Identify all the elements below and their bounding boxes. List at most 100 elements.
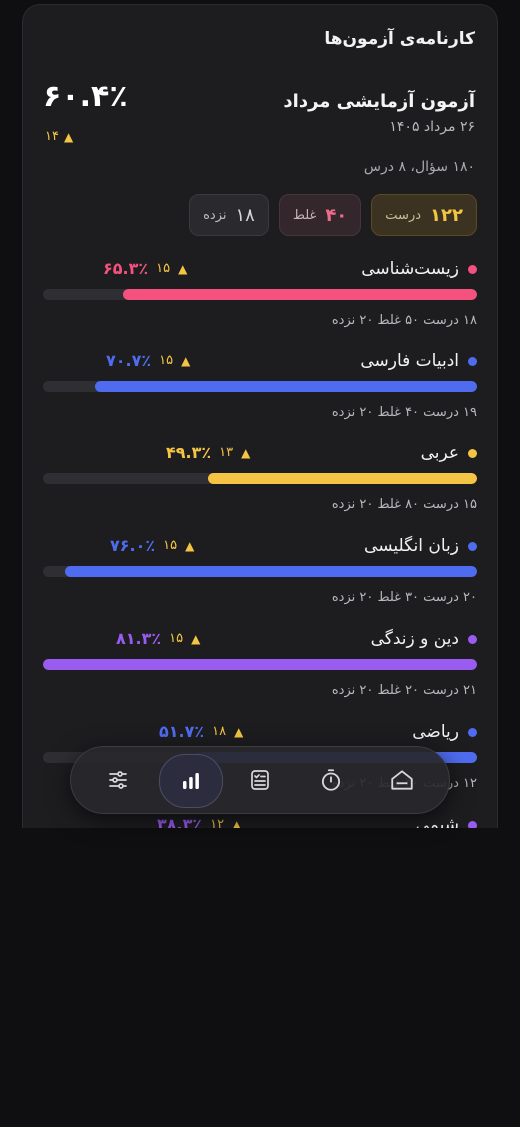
subject-row-persian-literature[interactable]: ادبیات فارسی ۷۰.۷٪ ۱۵ ▲ ۱۹ درست ۴۰ غلط ۲… xyxy=(43,351,477,431)
subject-percent: ۴۹.۳٪ xyxy=(166,443,212,462)
subject-name: ریاضی xyxy=(412,722,459,742)
wrong-label: غلط xyxy=(292,207,317,223)
progress-fill xyxy=(123,289,477,300)
subject-stats: ۷۶.۰٪ ۱۵ ▲ xyxy=(110,536,194,555)
subject-color-dot xyxy=(468,264,477,274)
subject-header: ادبیات فارسی xyxy=(360,351,477,371)
settings-sliders-icon xyxy=(109,771,127,789)
subject-rank: ۱۵ xyxy=(159,353,174,368)
rank-triangle-icon: ▲ xyxy=(178,261,188,276)
rank-triangle-icon: ▲ xyxy=(241,445,251,460)
correct-chip[interactable]: ۱۲۲ درست xyxy=(371,194,477,236)
subject-stats: ۶۵.۳٪ ۱۵ ▲ xyxy=(103,259,187,278)
correct-label: درست xyxy=(385,207,422,223)
subject-color-dot xyxy=(468,727,477,737)
exam-summary: ۱۸۰ سؤال، ۸ درس xyxy=(363,159,475,175)
subject-name: دین و زندگی xyxy=(370,629,459,649)
wrong-chip[interactable]: ۴۰ غلط xyxy=(278,194,362,236)
subject-stats: ۴۹.۳٪ ۱۳ ▲ xyxy=(166,443,250,462)
blank-label: نزده xyxy=(203,207,227,223)
subject-rank: ۱۳ xyxy=(219,445,234,460)
subject-name: زیست‌شناسی xyxy=(361,259,459,279)
nav-settings[interactable] xyxy=(95,757,141,803)
subject-detail: ۱۹ درست ۴۰ غلط ۲۰ نزده xyxy=(331,405,477,420)
subject-header: ریاضی xyxy=(412,722,477,742)
subject-header: شیمی xyxy=(416,815,477,828)
subject-percent: ۷۰.۷٪ xyxy=(106,351,152,370)
progress-track xyxy=(43,566,477,577)
rank-triangle-icon: ▲ xyxy=(191,631,201,646)
progress-fill xyxy=(43,659,477,670)
rank-triangle-icon: ▲ xyxy=(234,724,244,739)
subject-detail: ۱۸ درست ۵۰ غلط ۲۰ نزده xyxy=(331,313,477,328)
subject-rank: ۱۵ xyxy=(156,261,171,276)
progress-fill xyxy=(64,566,477,577)
subject-name: ادبیات فارسی xyxy=(360,351,459,371)
subject-row-arabic[interactable]: عربی ۴۹.۳٪ ۱۳ ▲ ۱۵ درست ۸۰ غلط ۲۰ نزده xyxy=(43,443,477,523)
progress-track xyxy=(43,289,477,300)
subject-header: زیست‌شناسی xyxy=(361,259,477,279)
subject-percent: ۳۸.۳٪ xyxy=(157,815,203,828)
subject-color-dot xyxy=(468,448,477,458)
subject-name: زبان انگلیسی xyxy=(364,536,459,556)
nav-stats[interactable] xyxy=(159,754,223,808)
progress-track xyxy=(43,659,477,670)
page-title: کارنامه‌ی آزمون‌ها xyxy=(324,29,475,49)
subject-stats: ۷۰.۷٪ ۱۵ ▲ xyxy=(106,351,190,370)
subject-rank: ۱۵ xyxy=(169,631,184,646)
nav-timer[interactable] xyxy=(308,757,354,803)
subject-percent: ۷۶.۰٪ xyxy=(110,536,156,555)
subject-detail: ۱۵ درست ۸۰ غلط ۲۰ نزده xyxy=(331,497,477,512)
blank-count: ۱۸ xyxy=(235,204,255,226)
subject-header: زبان انگلیسی xyxy=(364,536,477,556)
subject-detail: ۲۰ درست ۳۰ غلط ۲۰ نزده xyxy=(331,590,477,605)
correct-count: ۱۲۲ xyxy=(430,204,463,226)
subject-percent: ۶۵.۳٪ xyxy=(103,259,149,278)
overall-percent: ۶۰.۴٪ xyxy=(43,79,128,114)
rank-triangle-icon: ▲ xyxy=(63,129,74,144)
subject-color-dot xyxy=(468,356,477,366)
rank-triangle-icon: ▲ xyxy=(185,538,195,553)
wrong-count: ۴۰ xyxy=(325,204,348,226)
subject-row-biology[interactable]: زیست‌شناسی ۶۵.۳٪ ۱۵ ▲ ۱۸ درست ۵۰ غلط ۲۰ … xyxy=(43,259,477,339)
exam-name: آزمون آزمایشی مرداد xyxy=(283,91,475,112)
rank-triangle-icon: ▲ xyxy=(181,353,191,368)
subject-header: عربی xyxy=(421,443,477,463)
progress-fill xyxy=(207,473,477,484)
subject-rank: ۱۸ xyxy=(212,724,227,739)
subject-stats: ۸۱.۳٪ ۱۵ ▲ xyxy=(116,629,200,648)
subject-detail: ۲۱ درست ۲۰ غلط ۲۰ نزده xyxy=(331,683,477,698)
home-icon xyxy=(391,770,413,790)
progress-track xyxy=(43,381,477,392)
blank-chip[interactable]: ۱۸ نزده xyxy=(189,194,269,236)
rank-triangle-icon: ▲ xyxy=(232,817,242,829)
subject-percent: ۸۱.۳٪ xyxy=(116,629,162,648)
subject-percent: ۵۱.۷٪ xyxy=(159,722,205,741)
subject-color-dot xyxy=(468,634,477,644)
subject-name: عربی xyxy=(420,443,459,463)
subject-stats: ۵۱.۷٪ ۱۸ ▲ xyxy=(159,722,243,741)
progress-track xyxy=(43,473,477,484)
checklist-icon xyxy=(251,770,269,790)
subject-name: شیمی xyxy=(415,815,459,828)
subject-row-religion[interactable]: دین و زندگی ۸۱.۳٪ ۱۵ ▲ ۲۱ درست ۲۰ غلط ۲۰… xyxy=(43,629,477,709)
overall-rank: ۱۴ ▲ xyxy=(45,129,73,144)
subject-color-dot xyxy=(468,541,477,551)
answer-summary-chips: ۱۲۲ درست ۴۰ غلط ۱۸ نزده xyxy=(189,194,477,236)
bottom-nav xyxy=(70,746,450,814)
subject-color-dot xyxy=(468,820,477,828)
nav-tests[interactable] xyxy=(237,757,283,803)
rank-value: ۱۴ xyxy=(45,129,59,144)
progress-fill xyxy=(95,381,477,392)
bar-chart-icon xyxy=(183,773,199,789)
report-card: کارنامه‌ی آزمون‌ها آزمون آزمایشی مرداد ۲… xyxy=(22,4,498,828)
subject-header: دین و زندگی xyxy=(371,629,477,649)
timer-icon xyxy=(321,769,341,791)
subject-stats: ۳۸.۳٪ ۱۲ ▲ xyxy=(157,815,241,828)
subject-rank: ۱۲ xyxy=(210,817,225,828)
subject-row-english[interactable]: زبان انگلیسی ۷۶.۰٪ ۱۵ ▲ ۲۰ درست ۳۰ غلط ۲… xyxy=(43,536,477,616)
exam-date: ۲۶ مرداد ۱۴۰۵ xyxy=(389,119,475,135)
subject-rank: ۱۵ xyxy=(163,538,178,553)
nav-home[interactable] xyxy=(379,757,425,803)
subject-row-chemistry[interactable]: شیمی ۳۸.۳٪ ۱۲ ▲ xyxy=(43,815,477,828)
